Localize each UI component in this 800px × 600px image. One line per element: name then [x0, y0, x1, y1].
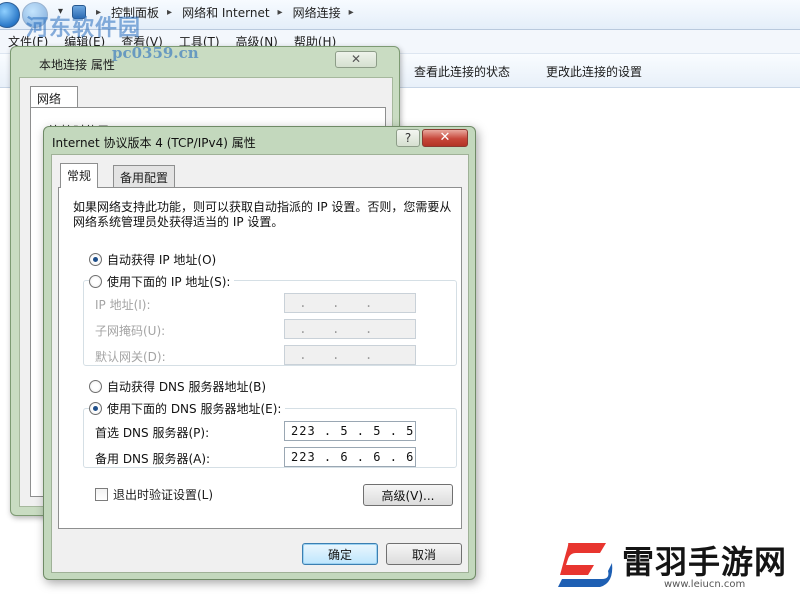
preferred-dns-value: 223 . 5 . 5 . 5: [291, 424, 415, 438]
chevron-right-icon[interactable]: ▸: [167, 7, 172, 18]
cancel-button[interactable]: 取消: [386, 543, 462, 565]
alternate-dns-value: 223 . 6 . 6 . 6: [291, 450, 415, 464]
manual-dns-label: 使用下面的 DNS 服务器地址(E):: [107, 402, 282, 416]
dialog-title: 本地连接 属性: [39, 58, 115, 72]
help-button[interactable]: ?: [396, 129, 420, 147]
radio-unchecked-icon: [89, 380, 102, 393]
ok-button[interactable]: 确定: [302, 543, 378, 565]
validate-settings-label: 退出时验证设置(L): [113, 488, 214, 502]
chevron-right-icon[interactable]: ▸: [278, 7, 283, 18]
radio-checked-icon: [89, 402, 102, 415]
advanced-button[interactable]: 高级(V)...: [363, 484, 453, 506]
tab-network[interactable]: 网络: [30, 86, 78, 108]
change-settings-link[interactable]: 更改此连接的设置: [546, 63, 642, 80]
dialog-client-area: 常规 备用配置 如果网络支持此功能，则可以获取自动指派的 IP 设置。否则，您需…: [51, 154, 469, 573]
description-text: 如果网络支持此功能，则可以获取自动指派的 IP 设置。否则，您需要从网络系统管理…: [73, 200, 452, 229]
auto-ip-label: 自动获得 IP 地址(O): [107, 253, 217, 267]
subnet-mask-label: 子网掩码(U):: [95, 324, 166, 338]
close-button[interactable]: ✕: [335, 51, 377, 68]
breadcrumb-network-connections[interactable]: 网络连接: [293, 4, 341, 21]
alternate-dns-label: 备用 DNS 服务器(A):: [95, 452, 211, 466]
view-status-link[interactable]: 查看此连接的状态: [414, 63, 510, 80]
checkbox-unchecked-icon: [95, 488, 108, 501]
back-button[interactable]: [0, 2, 20, 28]
preferred-dns-label: 首选 DNS 服务器(P):: [95, 426, 210, 440]
logo-text: 雷羽手游网: [622, 543, 788, 581]
breadcrumb: ▸ 控制面板 ▸ 网络和 Internet ▸ 网络连接 ▸: [72, 1, 800, 23]
close-button[interactable]: ✕: [422, 129, 468, 147]
ip-address-label: IP 地址(I):: [95, 298, 151, 312]
site-logo: 雷羽手游网 www.leiucn.com: [552, 535, 798, 597]
auto-dns-label: 自动获得 DNS 服务器地址(B): [107, 380, 267, 394]
leiyu-logo-icon: [558, 543, 613, 587]
preferred-dns-input[interactable]: 223 . 5 . 5 . 5: [284, 421, 416, 441]
auto-dns-radio[interactable]: 自动获得 DNS 服务器地址(B): [89, 378, 271, 395]
alternate-dns-input[interactable]: 223 . 6 . 6 . 6: [284, 447, 416, 467]
manual-ip-label: 使用下面的 IP 地址(S):: [107, 275, 231, 289]
validate-settings-checkbox[interactable]: 退出时验证设置(L): [95, 486, 213, 503]
ip-address-input[interactable]: . . .: [284, 293, 416, 313]
subnet-mask-input[interactable]: . . .: [284, 319, 416, 339]
auto-ip-radio[interactable]: 自动获得 IP 地址(O): [89, 251, 221, 268]
radio-unchecked-icon: [89, 275, 102, 288]
watermark-site: 河东软件园: [26, 15, 142, 41]
radio-checked-icon: [89, 253, 102, 266]
watermark-url: pc0359.cn: [112, 44, 199, 62]
tab-alternate-config[interactable]: 备用配置: [113, 165, 176, 187]
tab-general[interactable]: 常规: [60, 163, 99, 188]
logo-url: www.leiucn.com: [664, 579, 746, 590]
breadcrumb-network-internet[interactable]: 网络和 Internet: [182, 4, 269, 21]
manual-dns-radio[interactable]: 使用下面的 DNS 服务器地址(E):: [89, 400, 286, 417]
tab-panel-general: 如果网络支持此功能，则可以获取自动指派的 IP 设置。否则，您需要从网络系统管理…: [58, 187, 462, 529]
default-gateway-input[interactable]: . . .: [284, 345, 416, 365]
dialog-title: Internet 协议版本 4 (TCP/IPv4) 属性: [52, 136, 256, 150]
ipv4-properties-dialog: Internet 协议版本 4 (TCP/IPv4) 属性 ? ✕ 常规 备用配…: [43, 126, 476, 580]
chevron-right-icon[interactable]: ▸: [349, 7, 354, 18]
manual-ip-radio[interactable]: 使用下面的 IP 地址(S):: [89, 273, 235, 290]
default-gateway-label: 默认网关(D):: [95, 350, 166, 364]
